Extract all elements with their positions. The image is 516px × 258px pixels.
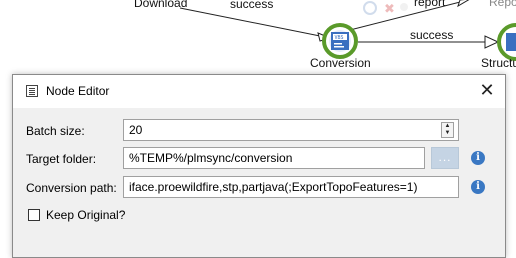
conversion-path-input[interactable]: iface.proewildfire,stp,partjava(;ExportT…: [123, 176, 459, 198]
batch-size-spinner[interactable]: ▲ ▼: [441, 122, 454, 138]
target-folder-input[interactable]: %TEMP%/plmsync/conversion: [123, 147, 425, 169]
info-icon[interactable]: i: [471, 151, 485, 165]
svg-text:✖: ✖: [384, 2, 395, 17]
keep-original-checkbox[interactable]: [28, 209, 40, 221]
conversion-path-row: Conversion path: iface.proewildfire,stp,…: [13, 176, 505, 200]
dialog-title: Node Editor: [46, 84, 110, 98]
target-folder-label: Target folder:: [26, 152, 97, 166]
conversion-path-label: Conversion path:: [26, 181, 117, 195]
node-editor-dialog: Node Editor ✕ Batch size: 20 ▲ ▼ Target …: [12, 74, 506, 258]
close-icon[interactable]: ✕: [475, 80, 499, 102]
conversion-node[interactable]: VBS: [322, 23, 358, 59]
batch-size-row: Batch size: 20 ▲ ▼: [13, 119, 505, 143]
node-editor-icon: [26, 85, 38, 97]
report-edge-label: report: [414, 0, 446, 9]
edge-conversion-report: [349, 0, 469, 31]
node-toolbar-icons: ✖: [363, 1, 408, 17]
edge-arrowhead: [457, 0, 470, 8]
structure-node-label: Structu: [481, 56, 516, 70]
edge-label-success: success: [230, 0, 274, 11]
batch-size-input[interactable]: 20 ▲ ▼: [123, 119, 459, 141]
conversion-node-label: Conversion: [310, 56, 371, 70]
keep-original-label[interactable]: Keep Original?: [46, 208, 125, 222]
batch-size-label: Batch size:: [26, 124, 85, 138]
info-icon[interactable]: i: [471, 180, 485, 194]
edge-arrowhead: [484, 35, 500, 49]
spinner-up-icon[interactable]: ▲: [442, 123, 453, 130]
batch-size-value: 20: [129, 123, 143, 137]
structure-node[interactable]: [497, 23, 516, 61]
keep-original-row: Keep Original?: [13, 205, 505, 229]
download-node-label: Download: [134, 0, 188, 10]
target-folder-row: Target folder: %TEMP%/plmsync/conversion…: [13, 147, 505, 171]
browse-button[interactable]: ...: [431, 147, 459, 169]
edge-download-conversion: [179, 7, 331, 39]
report-node-label: Repo: [489, 0, 516, 9]
edge-label-success: success: [410, 28, 454, 42]
conversion-node-icon: VBS: [335, 35, 344, 41]
dialog-titlebar[interactable]: Node Editor ✕: [13, 75, 505, 108]
spinner-down-icon[interactable]: ▼: [442, 130, 453, 137]
